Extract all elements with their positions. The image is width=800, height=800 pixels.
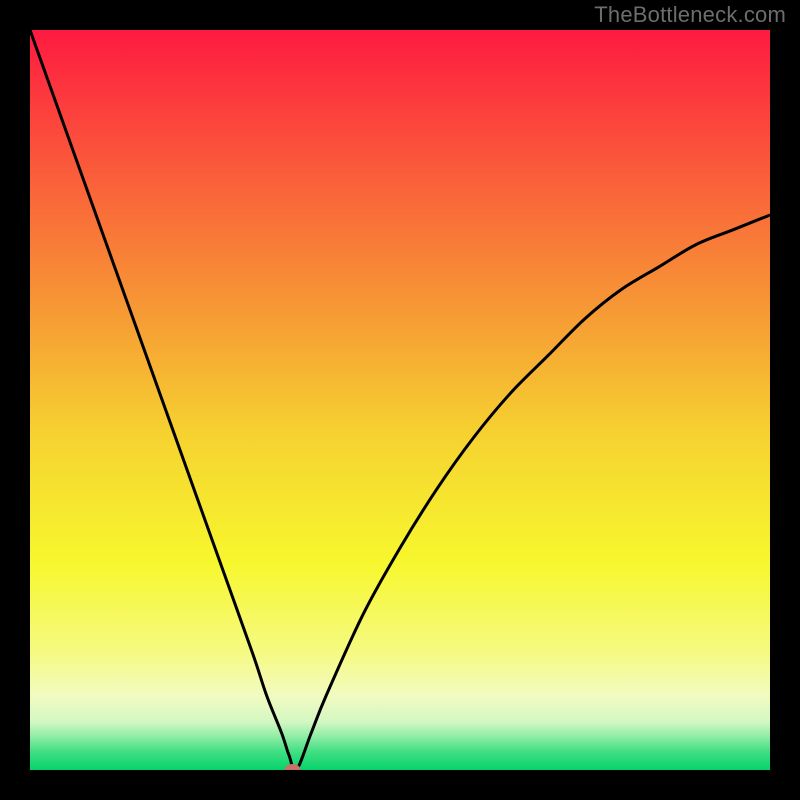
- bottleneck-chart: [30, 30, 770, 770]
- chart-frame: TheBottleneck.com: [0, 0, 800, 800]
- watermark-text: TheBottleneck.com: [594, 2, 786, 28]
- gradient-background: [30, 30, 770, 770]
